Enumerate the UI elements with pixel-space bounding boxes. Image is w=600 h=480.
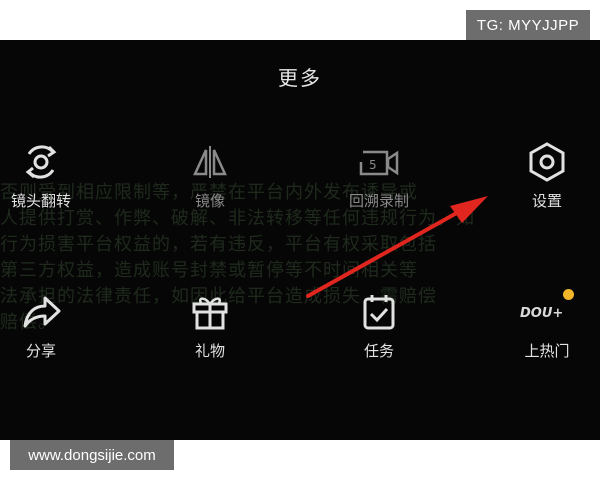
site-watermark: www.dongsijie.com — [10, 440, 174, 470]
tg-badge: TG: MYYJJPP — [466, 10, 590, 40]
more-panel: 否则受到相应限制等，严禁在平台内外发布诱导或 人提供打赏、作弊、破解、非法转移等… — [0, 40, 600, 440]
red-arrow-annotation — [306, 196, 488, 298]
